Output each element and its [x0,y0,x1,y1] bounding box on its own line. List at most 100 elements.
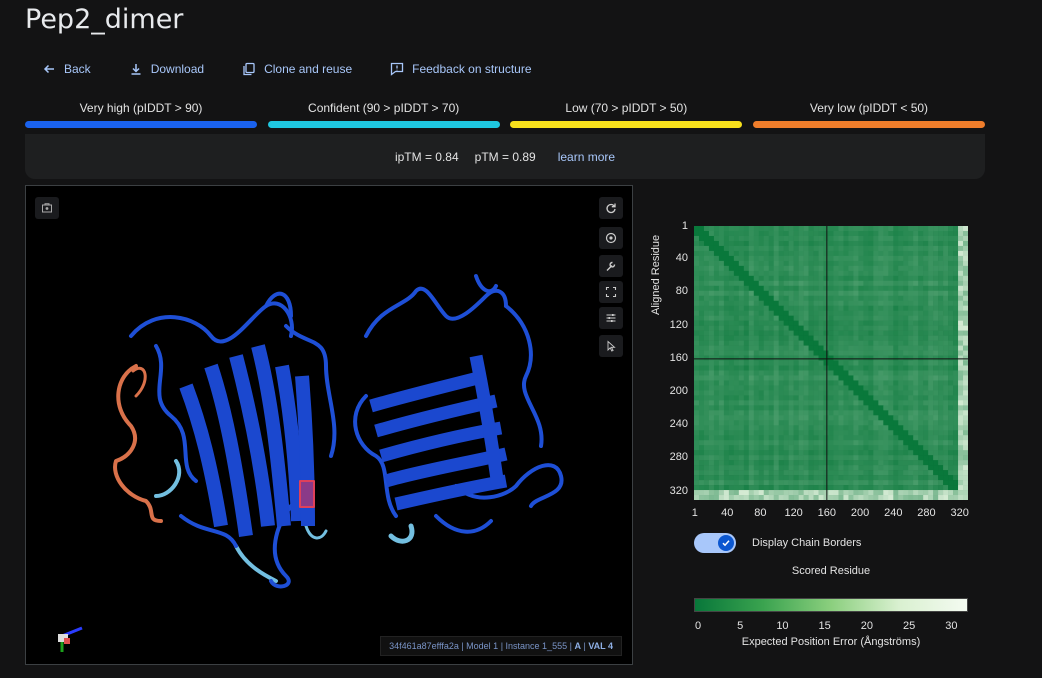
pae-cell [773,226,779,232]
reset-view-button[interactable] [599,197,623,219]
pae-cell [808,455,814,461]
pae-cell [718,495,725,500]
pae-cell [778,280,784,287]
pae-cell [803,255,809,262]
pae-cell [908,495,914,500]
pae-cell [948,425,954,431]
pae-cell [813,400,819,406]
pae-cell [823,240,829,247]
pae-cell [893,485,899,491]
pae-cell [873,255,879,262]
pae-cell [888,485,894,491]
pae-cell [923,255,929,262]
pae-cell [843,310,849,316]
pae-cell [768,340,775,346]
feedback-button[interactable]: Feedback on structure [390,62,532,76]
pae-cell [883,420,889,426]
learn-more-link[interactable]: learn more [558,150,615,164]
pae-cell [793,410,799,416]
pae-cell [883,460,889,466]
pae-cell [823,305,829,311]
pae-cell [913,230,919,237]
pae-cell [908,226,914,232]
pae-cell [838,310,844,316]
pae-cell [753,310,760,316]
pae-cell [713,300,720,307]
pae-cell [808,230,814,237]
pae-cell [923,410,929,416]
pae-cell [798,485,804,491]
pae-cell [848,226,854,232]
pae-cell [898,410,904,416]
pae-cell [728,360,735,366]
pae-cell [793,445,799,451]
pae-cell [828,250,834,257]
pae-cell [938,360,944,366]
pae-cell [718,250,725,257]
pae-cell [943,390,949,396]
pae-cell [723,285,730,292]
pae-cell [953,235,959,242]
pae-cell [758,320,765,326]
pae-cell [883,425,889,431]
pae-cell [738,285,745,292]
pae-cell [878,490,884,496]
pae-cell [698,305,705,311]
pae-cell [743,470,750,476]
pae-cell [748,490,755,496]
pae-cell [723,315,730,321]
pae-cell [833,475,839,481]
pae-cell [868,325,874,331]
pae-cell [728,235,735,242]
pae-cell [783,370,789,376]
spin-button[interactable] [599,227,623,249]
pae-cell [733,345,740,351]
pae-cell [703,365,710,371]
pae-cell [893,305,899,311]
pae-cell [733,405,740,411]
protein-structure-render[interactable] [36,196,596,656]
pae-cell [918,380,924,386]
pae-cell [958,465,964,471]
pae-cell [938,285,944,292]
pae-cell [818,340,824,346]
pae-cell [953,330,959,336]
pae-cell [898,305,904,311]
pae-cell [893,480,899,486]
pae-cell [853,260,859,267]
pae-cell [803,305,809,311]
pae-cell [758,495,765,500]
select-mode-button[interactable] [599,335,623,357]
pae-cell [798,240,804,247]
pae-cell [823,430,829,436]
pae-cell [828,425,834,431]
pae-cell [863,226,869,232]
download-button[interactable]: Download [129,62,204,76]
pae-cell [743,240,750,247]
clone-button[interactable]: Clone and reuse [242,62,352,76]
pae-cell [728,320,735,326]
pae-cell [803,320,809,326]
pae-cell [858,300,864,307]
pae-cell [823,325,829,331]
settings-button[interactable] [599,255,623,277]
pae-matrix[interactable] [694,226,968,500]
pae-cell [833,305,839,311]
pae-cell [758,290,765,297]
pae-cell [743,325,750,331]
controls-button[interactable] [599,307,623,329]
pae-cell [953,415,959,421]
pae-cell [788,475,794,481]
pae-cell [963,345,968,351]
pae-cell [843,360,849,366]
pae-cell [928,470,934,476]
pae-cell [863,335,869,341]
pae-cell [733,430,740,436]
chain-borders-toggle[interactable] [694,533,736,553]
back-button[interactable]: Back [42,62,91,76]
pae-cell [708,245,715,252]
structure-viewer[interactable]: 34f461a87efffa2a | Model 1 | Instance 1_… [25,185,633,665]
pae-cell [763,275,770,282]
fullscreen-button[interactable] [599,281,623,303]
pae-cell [933,440,939,446]
